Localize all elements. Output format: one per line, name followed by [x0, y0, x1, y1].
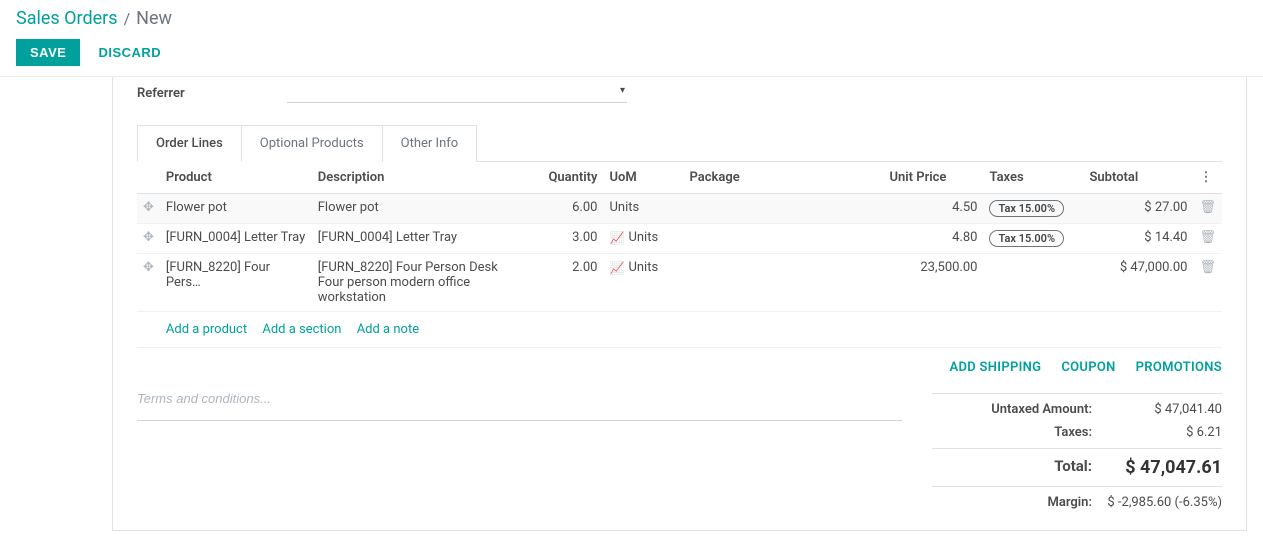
uom-cell[interactable]: Units [609, 200, 639, 215]
package-cell[interactable] [683, 254, 883, 312]
subtotal-cell: $ 14.40 [1083, 224, 1193, 254]
caret-down-icon: ▾ [620, 85, 625, 96]
quantity-cell[interactable]: 6.00 [542, 194, 603, 224]
col-quantity[interactable]: Quantity [542, 162, 603, 194]
col-uom[interactable]: UoM [603, 162, 683, 194]
col-subtotal[interactable]: Subtotal [1083, 162, 1193, 194]
trash-icon[interactable]: 🗑 [1199, 260, 1216, 275]
quantity-cell[interactable]: 2.00 [542, 254, 603, 312]
margin-label: Margin: [932, 495, 1092, 510]
tab-order-lines[interactable]: Order Lines [137, 125, 242, 162]
col-unit-price[interactable]: Unit Price [883, 162, 983, 194]
col-taxes[interactable]: Taxes [983, 162, 1083, 194]
col-description[interactable]: Description [312, 162, 543, 194]
unit-price-cell[interactable]: 4.50 [883, 194, 983, 224]
drag-handle-icon[interactable]: ✥ [137, 194, 160, 224]
tax-badge[interactable]: Tax 15.00% [989, 200, 1064, 217]
trash-icon[interactable]: 🗑 [1199, 200, 1216, 215]
taxes-label: Taxes: [932, 425, 1092, 440]
add-shipping-button[interactable]: ADD SHIPPING [950, 360, 1042, 375]
promotions-button[interactable]: PROMOTIONS [1136, 360, 1222, 375]
add-section-link[interactable]: Add a section [262, 322, 341, 337]
package-cell[interactable] [683, 194, 883, 224]
referrer-field-row: Referrer ▾ [137, 83, 1222, 103]
drag-handle-icon[interactable]: ✥ [137, 224, 160, 254]
breadcrumb-current: New [136, 8, 172, 29]
unit-price-cell[interactable]: 4.80 [883, 224, 983, 254]
unit-price-cell[interactable]: 23,500.00 [883, 254, 983, 312]
subtotal-cell: $ 47,000.00 [1083, 254, 1193, 312]
product-cell[interactable]: Flower pot [160, 194, 312, 224]
order-lines-table: Product Description Quantity UoM Package… [137, 162, 1222, 348]
table-row[interactable]: ✥ [FURN_0004] Letter Tray [FURN_0004] Le… [137, 224, 1222, 254]
untaxed-label: Untaxed Amount: [932, 402, 1092, 417]
margin-value: $ -2,985.60 (-6.35%) [1092, 495, 1222, 510]
description-cell[interactable]: Flower pot [312, 194, 543, 224]
subtotal-cell: $ 27.00 [1083, 194, 1193, 224]
forecast-icon[interactable]: 📈 [609, 231, 624, 245]
total-value: $ 47,047.61 [1092, 457, 1222, 478]
tab-optional-products[interactable]: Optional Products [241, 125, 383, 162]
add-product-link[interactable]: Add a product [166, 322, 247, 337]
col-product[interactable]: Product [160, 162, 312, 194]
breadcrumb: Sales Orders / New [16, 8, 1247, 29]
terms-input[interactable] [137, 389, 902, 421]
quantity-cell[interactable]: 3.00 [542, 224, 603, 254]
tax-badge[interactable]: Tax 15.00% [989, 230, 1064, 247]
description-cell[interactable]: [FURN_8220] Four Person Desk Four person… [312, 254, 543, 312]
forecast-icon[interactable]: 📈 [609, 261, 624, 275]
uom-cell[interactable]: Units [628, 260, 658, 275]
breadcrumb-root[interactable]: Sales Orders [16, 8, 118, 29]
table-row[interactable]: ✥ Flower pot Flower pot 6.00 Units 4.50 … [137, 194, 1222, 224]
referrer-input[interactable]: ▾ [287, 83, 627, 103]
description-cell[interactable]: [FURN_0004] Letter Tray [312, 224, 543, 254]
columns-menu-icon[interactable]: ⋮ [1199, 170, 1212, 185]
package-cell[interactable] [683, 224, 883, 254]
product-cell[interactable]: [FURN_0004] Letter Tray [160, 224, 312, 254]
add-note-link[interactable]: Add a note [357, 322, 419, 337]
total-label: Total: [932, 457, 1092, 478]
totals-block: Untaxed Amount: $ 47,041.40 Taxes: $ 6.2… [932, 389, 1222, 514]
trash-icon[interactable]: 🗑 [1199, 230, 1216, 245]
tax-cell[interactable] [983, 254, 1083, 312]
save-button[interactable]: SAVE [16, 39, 80, 66]
col-package[interactable]: Package [683, 162, 883, 194]
taxes-value: $ 6.21 [1092, 425, 1222, 440]
uom-cell[interactable]: Units [628, 230, 658, 245]
coupon-button[interactable]: COUPON [1061, 360, 1115, 375]
tab-other-info[interactable]: Other Info [382, 125, 478, 162]
discard-button[interactable]: DISCARD [88, 39, 171, 66]
breadcrumb-separator: / [124, 9, 131, 28]
drag-handle-icon[interactable]: ✥ [137, 254, 160, 312]
product-cell[interactable]: [FURN_8220] Four Pers… [160, 254, 312, 312]
table-row[interactable]: ✥ [FURN_8220] Four Pers… [FURN_8220] Fou… [137, 254, 1222, 312]
referrer-label: Referrer [137, 86, 287, 101]
untaxed-value: $ 47,041.40 [1092, 402, 1222, 417]
form-sheet: Referrer ▾ Order Lines Optional Products… [112, 77, 1247, 531]
